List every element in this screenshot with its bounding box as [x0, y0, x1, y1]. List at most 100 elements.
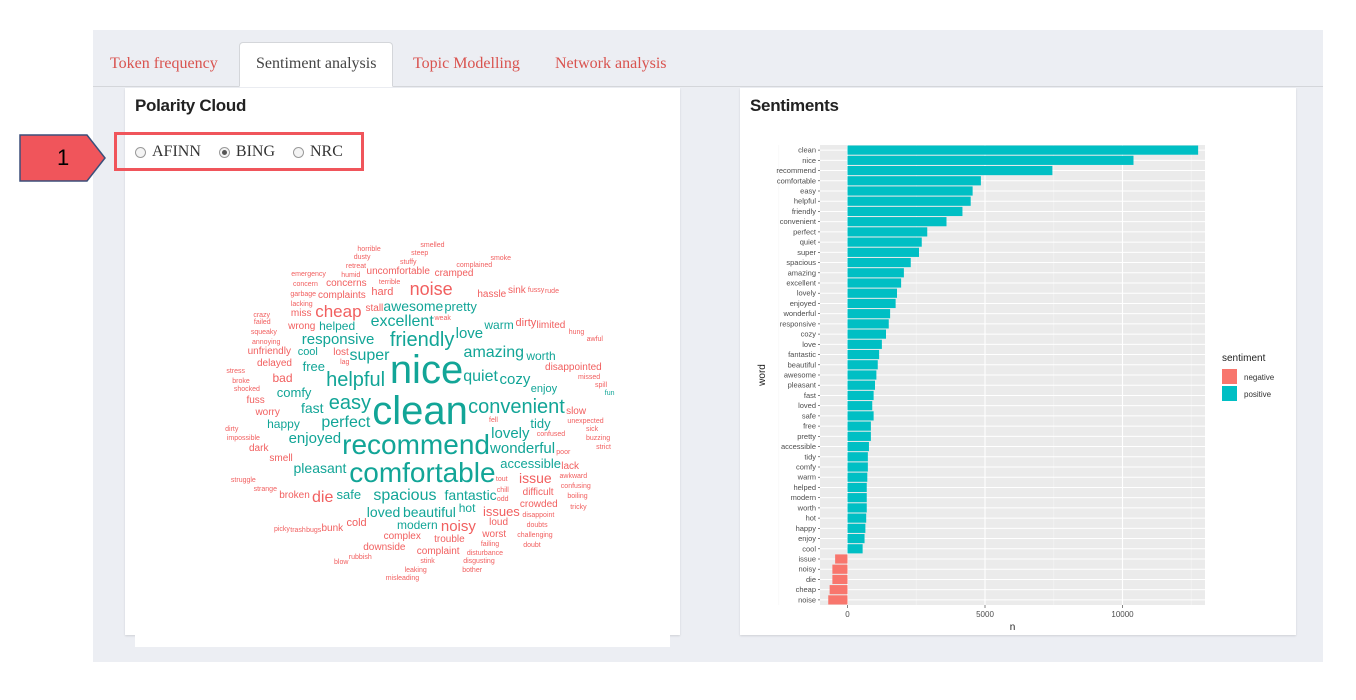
bar-pretty [847, 431, 871, 441]
bar-warm [847, 472, 868, 482]
x-tick-label: 5000 [976, 610, 994, 619]
cloud-word: limited [536, 319, 566, 331]
cloud-word: smoke [490, 254, 512, 262]
panel-title: Polarity Cloud [135, 96, 247, 115]
bar-die [832, 574, 848, 585]
x-tick-label: 0 [845, 610, 850, 619]
cloud-word: cool [297, 346, 318, 359]
bar-cheap [829, 585, 848, 595]
cloud-word: disappoint [522, 511, 555, 519]
cloud-word: complained [456, 261, 493, 269]
cloud-word: steep [411, 250, 429, 258]
cloud-word: lack [561, 461, 580, 473]
cloud-word: recommend [342, 429, 490, 461]
y-tick-label: cheap [796, 585, 816, 594]
cloud-word: awesome [383, 297, 444, 314]
y-tick-label: responsive [780, 319, 816, 328]
cloud-word: cold [346, 516, 367, 529]
y-tick-label: spacious [786, 258, 816, 267]
cloud-word: issue [519, 469, 552, 486]
cloud-word: miss [290, 308, 312, 319]
bar-helpful [847, 196, 971, 206]
bar-convenient [847, 217, 947, 227]
bar-perfect [847, 227, 928, 237]
cloud-word: super [349, 346, 390, 364]
y-tick-label: warm [797, 473, 816, 482]
tab-topic-modelling[interactable]: Topic Modelling [397, 43, 536, 85]
bar-clean [847, 145, 1199, 155]
cloud-word: awkward [559, 473, 588, 481]
legend-label-negative: negative [1244, 373, 1275, 382]
cloud-word: impossible [226, 435, 260, 443]
cloud-word: bother [462, 567, 483, 575]
cloud-word: happy [267, 417, 300, 432]
cloud-word: doubts [526, 521, 548, 529]
y-tick-label: friendly [792, 207, 816, 216]
bar-noise [828, 595, 848, 605]
cloud-word: terrible [378, 278, 401, 286]
cloud-word: helpful [326, 369, 386, 392]
y-tick-label: free [803, 422, 816, 431]
cloud-word: odd [496, 496, 509, 504]
y-tick-label: accessible [781, 442, 816, 451]
cloud-word: buzzing [586, 434, 611, 442]
cloud-word: noisy [440, 518, 476, 536]
tab-sentiment-analysis[interactable]: Sentiment analysis [239, 42, 394, 87]
bar-love [847, 339, 882, 349]
legend-label-positive: positive [1244, 390, 1272, 399]
panel-bottom-strip [135, 635, 670, 647]
y-tick-label: tidy [804, 452, 816, 461]
y-tick-label: excellent [786, 279, 817, 288]
cloud-word: struggle [230, 477, 256, 485]
bar-modern [847, 493, 867, 503]
cloud-word: perfect [321, 413, 371, 431]
y-tick-label: pleasant [788, 381, 817, 390]
y-tick-label: modern [791, 493, 816, 502]
cloud-word: strange [253, 485, 277, 493]
x-tick-label: 10000 [1111, 610, 1134, 619]
cloud-word: trouble [434, 533, 465, 545]
cloud-word: free [302, 358, 326, 374]
y-tick-label: wonderful [782, 309, 816, 318]
cloud-word: bad [272, 370, 293, 385]
y-tick-label: noisy [798, 565, 816, 574]
cloud-word: fun [604, 389, 615, 397]
cloud-word: issues [482, 503, 520, 519]
cloud-word: sink [507, 285, 526, 297]
sentiments-panel: Sentiments clean nice recommend comfortable… [740, 88, 1296, 635]
legend-title: sentiment [1222, 353, 1266, 364]
cloud-word: uncomfortable [366, 266, 430, 278]
bar-loved [847, 401, 873, 411]
cloud-word: annoying [252, 339, 281, 347]
bar-comfy [847, 462, 868, 472]
cloud-word: unfriendly [247, 346, 291, 358]
cloud-word: smell [269, 453, 293, 465]
cloud-word: amazing [463, 344, 525, 362]
bar-fast [847, 390, 874, 401]
cloud-word: stuffy [399, 259, 417, 267]
tab-network-analysis[interactable]: Network analysis [539, 43, 683, 85]
cloud-word: wrong [288, 320, 316, 332]
cloud-word: doubt [523, 541, 541, 549]
bar-responsive [847, 319, 889, 329]
cloud-word: missed [577, 373, 601, 381]
bar-easy [847, 186, 973, 196]
cloud-word: dirty [515, 316, 537, 329]
cloud-word: hard [371, 286, 394, 299]
cloud-word: excellent [370, 312, 434, 330]
cloud-word: disgusting [463, 558, 495, 566]
y-tick-label: fast [804, 391, 817, 400]
cloud-word: lost [333, 346, 349, 358]
cloud-word: fussy [527, 286, 545, 294]
y-tick-label: love [802, 340, 816, 349]
bar-wonderful [847, 309, 891, 319]
tab-token-frequency[interactable]: Token frequency [94, 43, 234, 85]
cloud-word: rude [544, 287, 559, 295]
bar-happy [847, 523, 866, 533]
cloud-word: loud [489, 517, 509, 529]
cloud-word: warm [484, 318, 514, 333]
cloud-word: broken [279, 490, 310, 502]
cloud-word: complaints [317, 290, 366, 302]
cloud-word: leaking [404, 566, 427, 574]
cloud-word: cheap [315, 301, 362, 321]
